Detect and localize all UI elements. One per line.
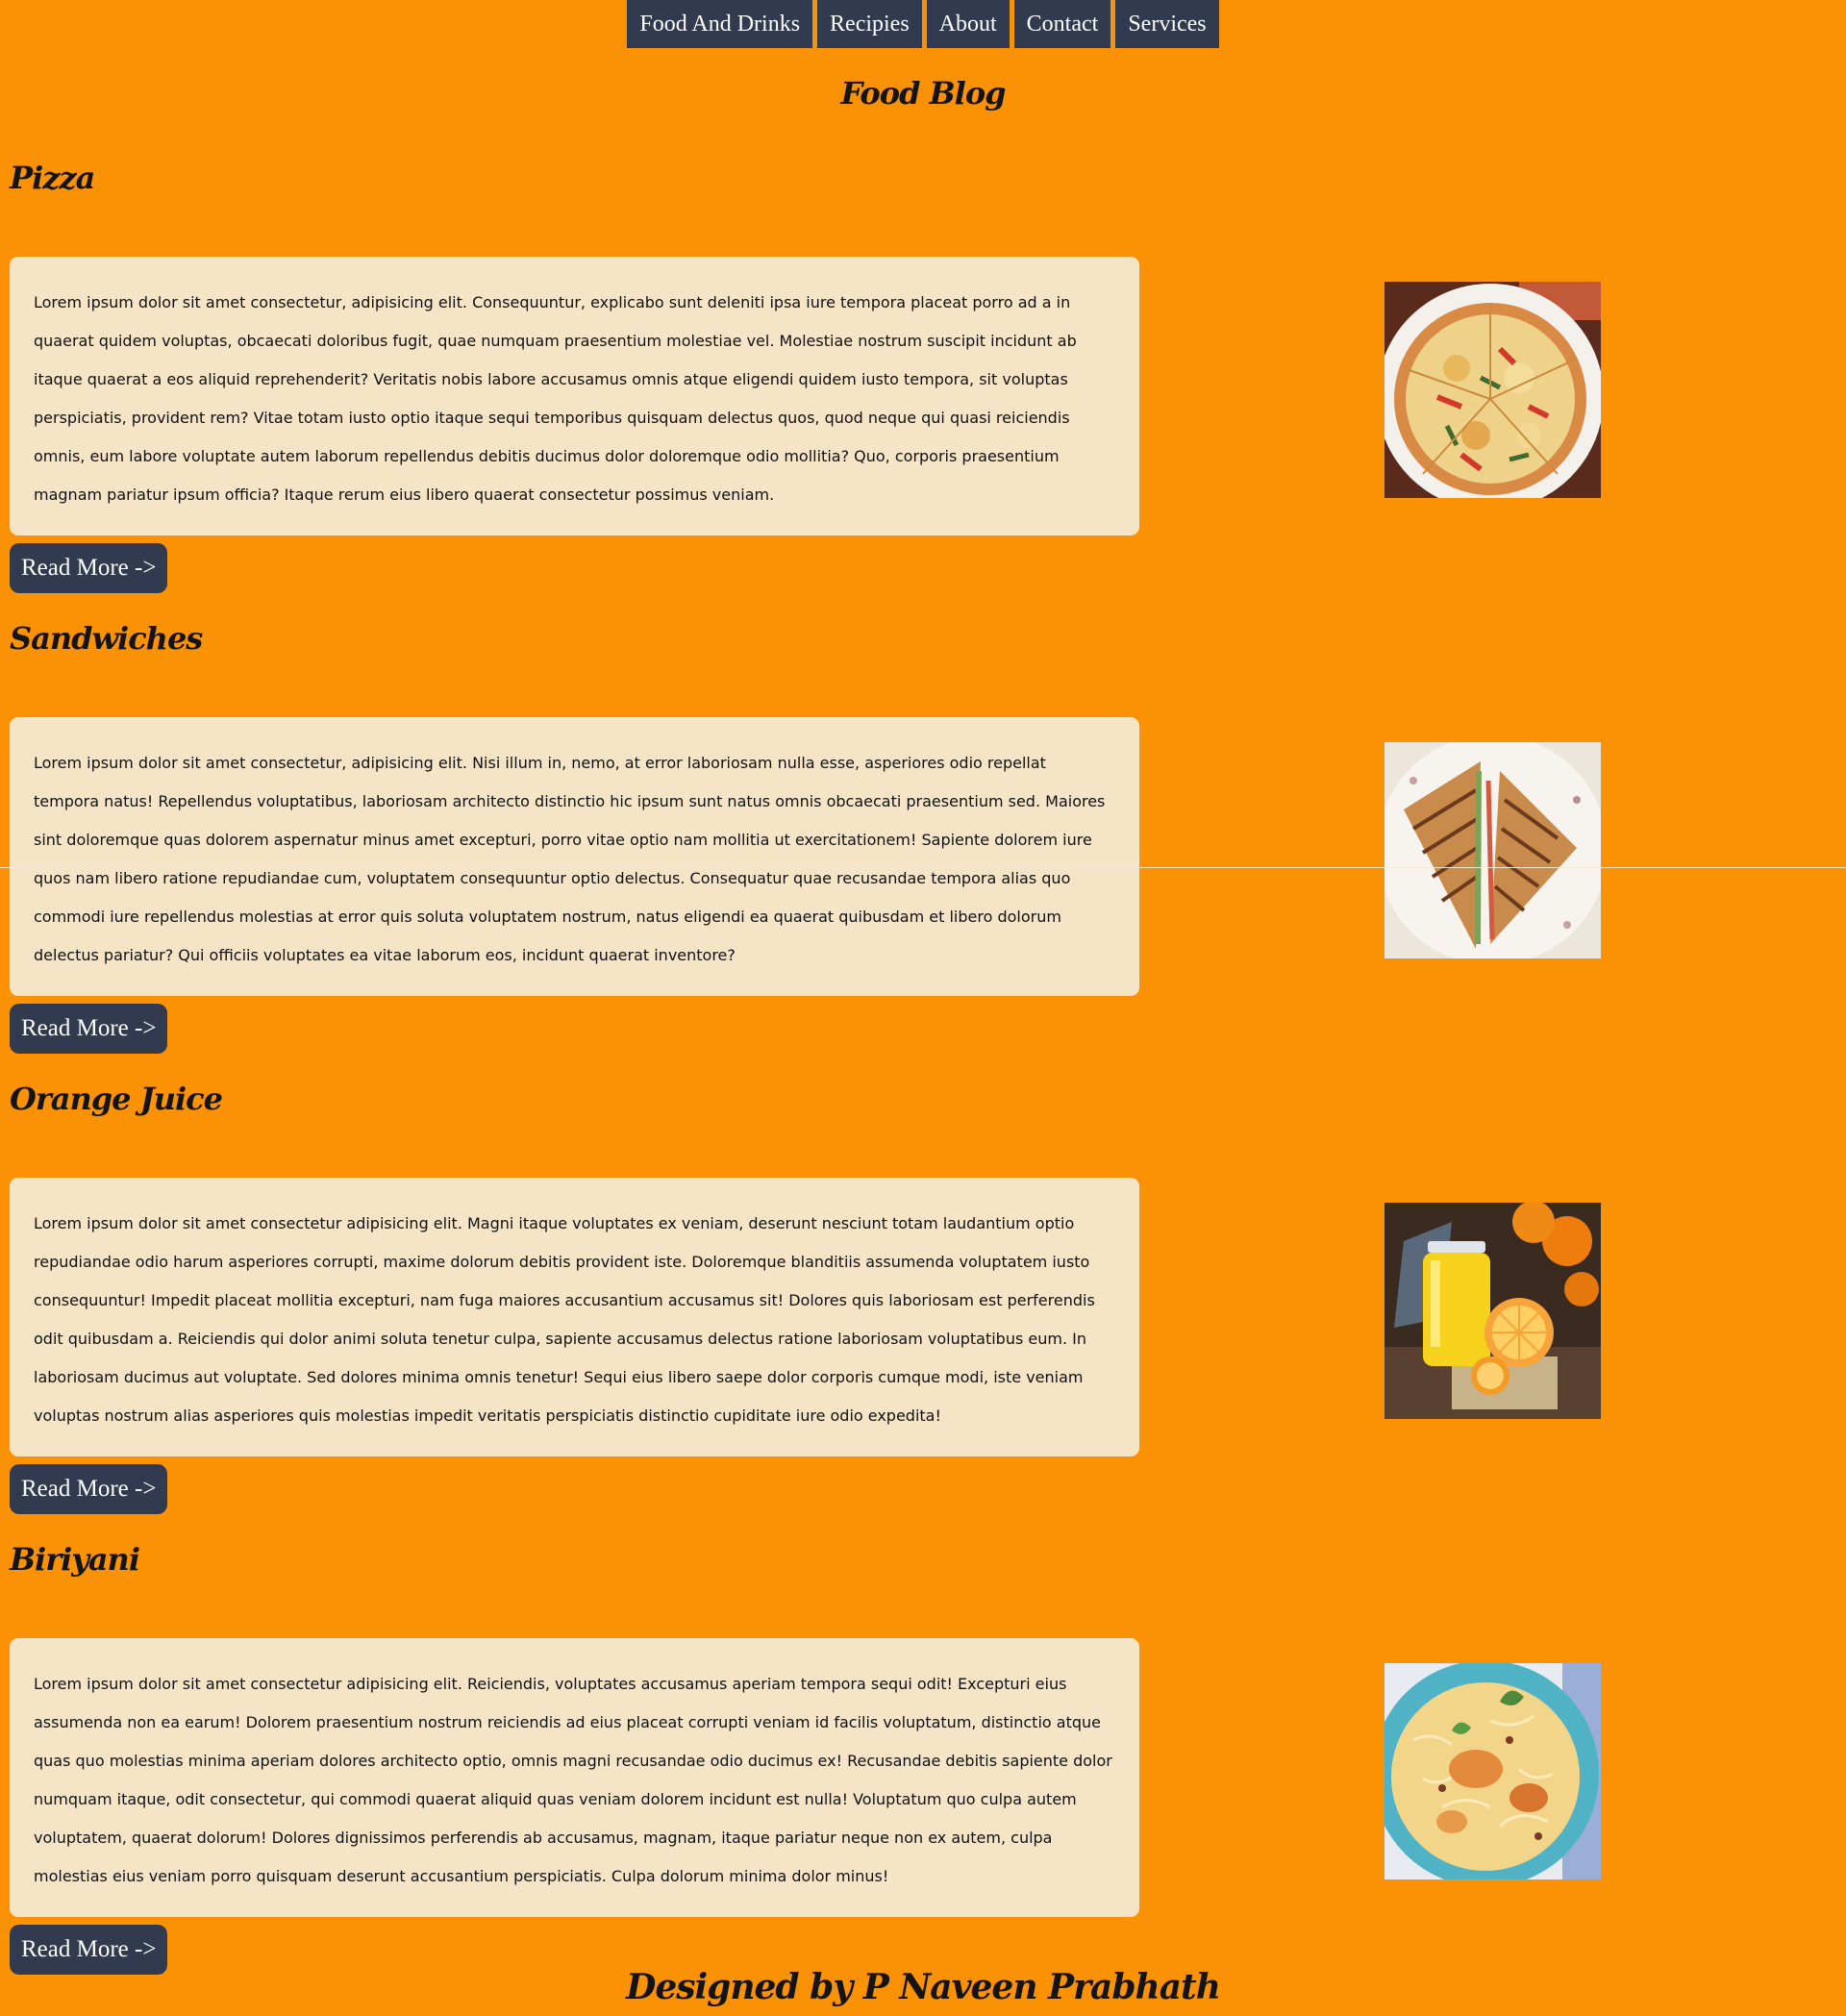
pizza-illustration <box>1384 282 1601 498</box>
orange-juice-image <box>1384 1203 1601 1419</box>
post-card-orange-juice: Lorem ipsum dolor sit amet consectetur a… <box>10 1178 1139 1456</box>
post-card-sandwiches: Lorem ipsum dolor sit amet consectetur, … <box>10 717 1139 996</box>
nav-services[interactable]: Services <box>1115 0 1219 48</box>
horizontal-rule <box>0 867 1846 868</box>
post-title-sandwiches: Sandwiches <box>10 620 203 657</box>
nav-about[interactable]: About <box>926 0 1010 48</box>
read-more-button-pizza[interactable]: Read More -> <box>10 543 168 593</box>
post-body-sandwiches: Lorem ipsum dolor sit amet consectetur, … <box>34 754 1106 964</box>
page-title: Food Blog <box>840 75 1006 112</box>
nav-food-and-drinks[interactable]: Food And Drinks <box>627 0 813 48</box>
post-body-pizza: Lorem ipsum dolor sit amet consectetur, … <box>34 293 1077 504</box>
post-title-biriyani: Biriyani <box>10 1541 140 1578</box>
post-body-orange-juice: Lorem ipsum dolor sit amet consectetur a… <box>34 1214 1095 1425</box>
orange-juice-illustration <box>1384 1203 1601 1419</box>
biriyani-illustration <box>1384 1663 1601 1879</box>
sandwich-image <box>1384 742 1601 958</box>
top-nav: Food And Drinks Recipies About Contact S… <box>0 0 1846 48</box>
read-more-button-sandwiches[interactable]: Read More -> <box>10 1004 168 1054</box>
biriyani-image <box>1384 1663 1601 1879</box>
post-title-orange-juice: Orange Juice <box>10 1081 223 1117</box>
post-card-pizza: Lorem ipsum dolor sit amet consectetur, … <box>10 257 1139 535</box>
nav-contact[interactable]: Contact <box>1013 0 1111 48</box>
post-card-biriyani: Lorem ipsum dolor sit amet consectetur a… <box>10 1638 1139 1917</box>
nav-recipies[interactable]: Recipies <box>817 0 922 48</box>
sandwich-illustration <box>1384 742 1601 958</box>
read-more-button-orange-juice[interactable]: Read More -> <box>10 1464 168 1514</box>
pizza-image <box>1384 282 1601 498</box>
footer-credit: Designed by P Naveen Prabhath <box>626 1967 1221 2007</box>
post-title-pizza: Pizza <box>10 160 95 196</box>
post-body-biriyani: Lorem ipsum dolor sit amet consectetur a… <box>34 1675 1112 1885</box>
